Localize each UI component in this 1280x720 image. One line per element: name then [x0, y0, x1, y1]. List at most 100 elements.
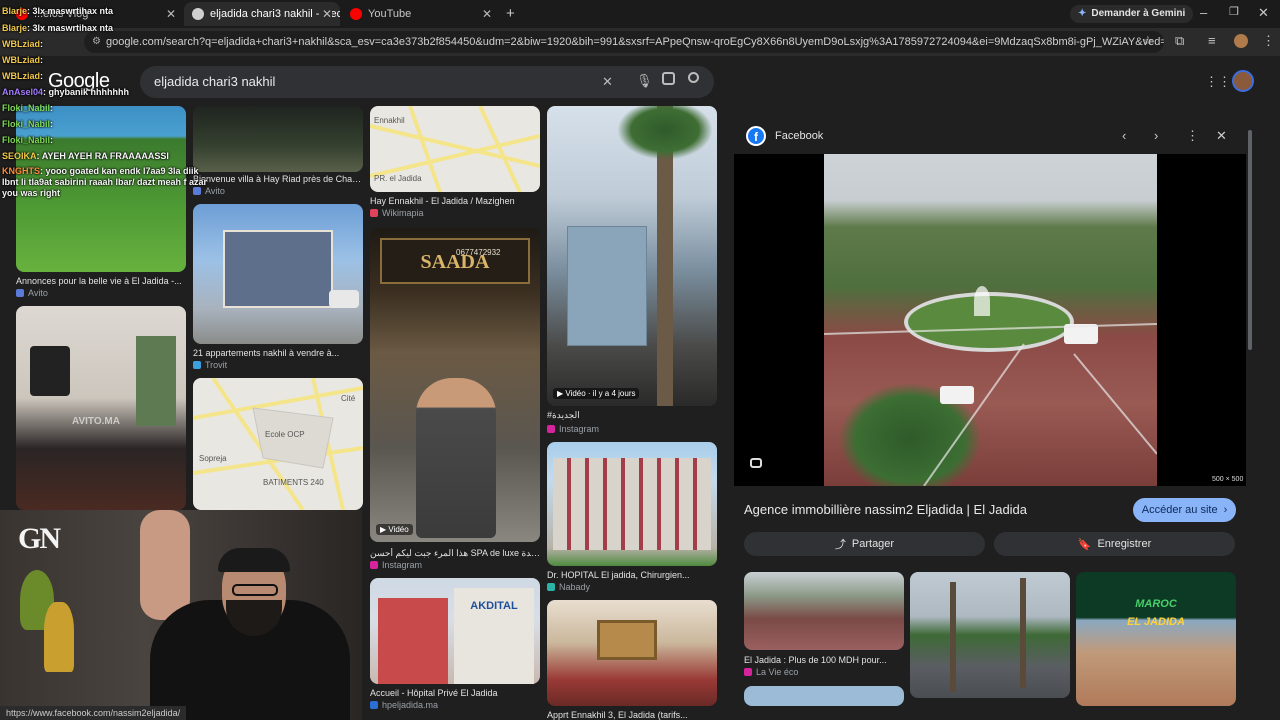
webcam-overlay: GN [0, 510, 362, 720]
image-tile[interactable] [193, 204, 363, 344]
image-caption[interactable]: Annonces pour la belle vie à El Jadida -… [16, 276, 186, 286]
apps-grid-icon[interactable]: ⋮⋮ [1205, 74, 1231, 90]
hospital-facade [378, 598, 448, 684]
voice-search-icon[interactable]: 🎙 [636, 73, 653, 89]
chevron-right-icon: › [1223, 504, 1228, 516]
overlay-text: MAROC [1135, 598, 1177, 610]
related-source: La Vie éco [744, 667, 798, 677]
image-tile[interactable] [193, 106, 363, 172]
tab-label: YouTube [368, 8, 412, 20]
nabady-icon [547, 583, 555, 591]
image-tile[interactable] [547, 600, 717, 706]
gemini-button[interactable]: ✦ Demander à Gemini [1070, 5, 1194, 23]
visit-site-button[interactable]: Accéder au site › [1133, 498, 1236, 522]
trovit-icon [193, 361, 201, 369]
window-close-icon[interactable]: ✕ [1258, 5, 1269, 21]
video-tile[interactable]: ▶ Vidéo · il y a 4 jours [547, 106, 717, 406]
image-source: hpeljadida.ma [370, 700, 438, 710]
channel-logo: GN [18, 522, 61, 555]
close-panel-icon[interactable]: ✕ [1216, 128, 1227, 144]
palm-leaves [617, 106, 713, 160]
media-icon[interactable]: ≡ [1208, 33, 1216, 48]
chat-line: KNGHTS: yooo goated kan endk l7aa9 3la d… [2, 166, 208, 198]
image-tile[interactable] [547, 442, 717, 566]
extensions-icon[interactable]: ⧉ [1175, 33, 1184, 49]
map-tile[interactable]: Cité Ecole OCP Sopreja BATIMENTS 240 [193, 378, 363, 510]
map-roads [193, 378, 363, 510]
related-image[interactable]: MAROC EL JADIDA [1076, 572, 1236, 706]
glass-building [567, 226, 647, 346]
chat-line: SEOIKA: AYEH AYEH RA FRAAAAASSI [2, 151, 169, 161]
new-tab-button[interactable]: + [506, 5, 515, 22]
profile-avatar[interactable] [1234, 34, 1248, 48]
next-image-icon[interactable]: › [1154, 128, 1158, 143]
image-dimensions: 500 × 500 [1212, 476, 1244, 483]
restore-icon[interactable]: ❐ [1229, 5, 1239, 18]
image-caption[interactable]: Bienvenue villa à Hay Riad près de Chari… [193, 174, 363, 184]
close-icon[interactable]: ✕ [166, 7, 176, 21]
lens-icon[interactable] [662, 72, 675, 85]
image-source: Nabady [547, 582, 590, 592]
hospital-building [553, 458, 711, 550]
map-label: PR. el Jadida [374, 174, 422, 183]
related-image[interactable] [744, 686, 904, 706]
map-tile[interactable]: Ennakhil PR. el Jadida [370, 106, 540, 192]
image-tile[interactable]: AVITO.MA [16, 306, 186, 510]
related-caption[interactable]: El Jadida : Plus de 100 MDH pour... [744, 655, 904, 665]
youtube-icon [350, 8, 362, 20]
hospital-sign: AKDITAL [454, 588, 534, 684]
tab-google-search[interactable]: eljadida chari3 nakhil - Recherc ✕ [184, 2, 340, 26]
clear-search-icon[interactable]: ✕ [602, 74, 613, 90]
image-source: Trovit [193, 360, 227, 370]
image-caption[interactable]: Apprt Ennakhil 3, El Jadida (tarifs... [547, 710, 717, 720]
wall-frame [597, 620, 657, 660]
bookmark-star-icon[interactable]: ☆ [1142, 33, 1154, 49]
image-caption[interactable]: Accueil - Hôpital Privé El Jadida [370, 688, 540, 698]
video-badge: ▶ Vidéo [376, 524, 413, 535]
minimize-icon[interactable]: – [1200, 5, 1207, 20]
panel-source-name[interactable]: Facebook [775, 130, 823, 142]
image-tile[interactable]: AKDITAL [370, 578, 540, 684]
map-label: Sopreja [199, 454, 227, 463]
related-image[interactable] [744, 572, 904, 650]
trophy [44, 602, 74, 672]
share-button[interactable]: ⤴ Partager [744, 532, 985, 556]
site-icon [744, 668, 752, 676]
building [223, 230, 333, 308]
glasses [232, 584, 278, 596]
save-button[interactable]: 🔖 Enregistrer [994, 532, 1235, 556]
search-icon[interactable] [688, 72, 699, 83]
overlay-text: EL JADIDA [1127, 616, 1185, 628]
menu-icon[interactable]: ⋮ [1262, 33, 1275, 49]
chat-line: Floki_Nabil: [2, 103, 54, 113]
image-caption[interactable]: 21 appartements nakhil à vendre à... [193, 348, 363, 358]
chat-line: Blarje: 3lx maswrtihax nta [2, 23, 114, 33]
panel-title[interactable]: Agence immobillière nassim2 Eljadida | E… [744, 502, 1124, 517]
prev-image-icon[interactable]: ‹ [1122, 128, 1126, 143]
more-options-icon[interactable]: ⋮ [1186, 128, 1199, 144]
close-icon[interactable]: ✕ [482, 7, 492, 21]
related-image[interactable] [910, 572, 1070, 698]
image-caption[interactable]: هذا المرء جبت ليكم أحسن SPA de luxe في م… [370, 548, 540, 559]
panel-scrollbar[interactable] [1248, 130, 1252, 350]
image-caption[interactable]: Dr. HOPITAL El jadida, Chirurgien... [547, 570, 717, 580]
window-curtain [136, 336, 176, 426]
chat-line: AnAsel04: ghybanik hhhhhhh [2, 87, 130, 97]
search-input[interactable]: eljadida chari3 nakhil [140, 66, 714, 98]
tab-youtube[interactable]: YouTube ✕ [342, 2, 500, 26]
url-text: google.com/search?q=eljadida+chari3+nakh… [106, 36, 1164, 48]
preview-image[interactable] [824, 154, 1157, 486]
image-caption[interactable]: Hay Ennakhil - El Jadida / Mazighen [370, 196, 540, 206]
watermark: AVITO.MA [72, 416, 120, 427]
close-icon[interactable]: ✕ [321, 7, 332, 21]
map-label: BATIMENTS 240 [263, 478, 324, 487]
lens-search-icon[interactable] [750, 458, 762, 468]
image-caption[interactable]: #الجديدة [547, 410, 717, 421]
address-bar[interactable]: ⚙ google.com/search?q=eljadida+chari3+na… [84, 31, 1164, 53]
account-avatar[interactable] [1232, 70, 1254, 92]
instagram-icon [370, 561, 378, 569]
image-source: Wikimapia [370, 208, 424, 218]
site-info-icon[interactable]: ⚙ [92, 31, 101, 53]
video-badge: ▶ Vidéo · il y a 4 jours [553, 388, 640, 399]
video-tile[interactable]: SAADA 0677472932 ▶ Vidéo [370, 228, 540, 542]
